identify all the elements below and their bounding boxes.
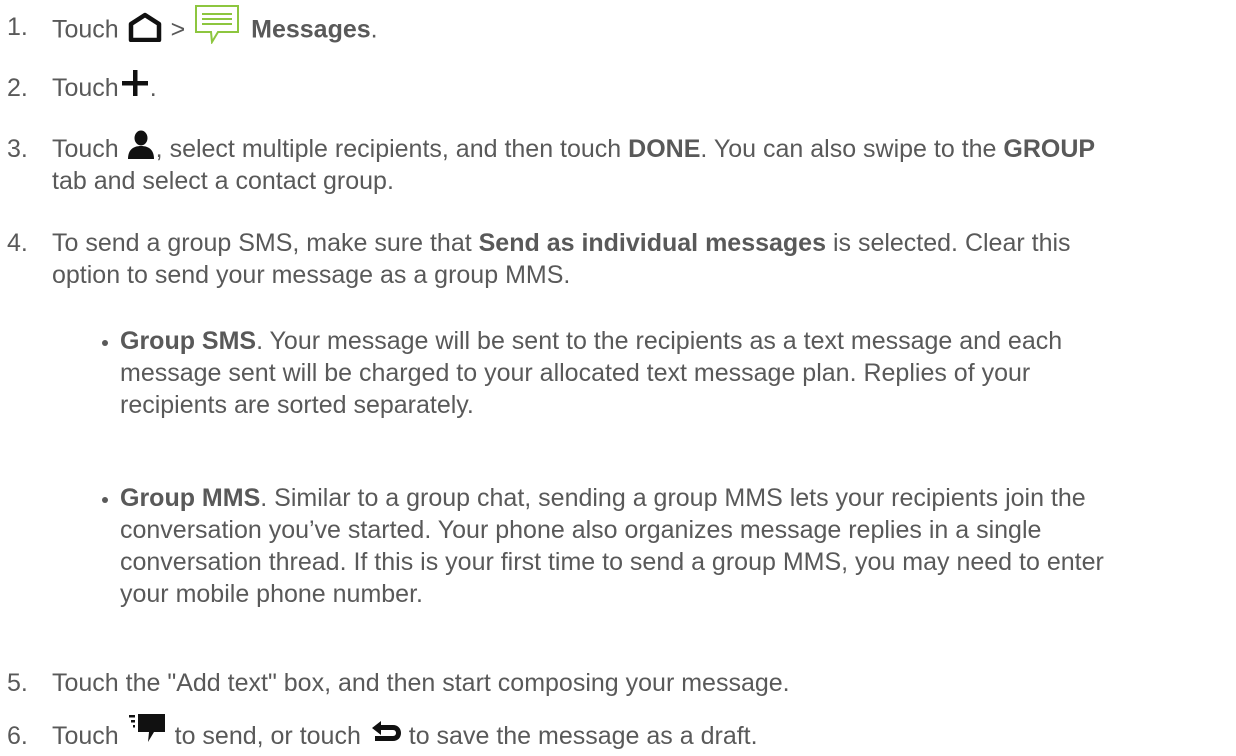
- step-3: 3. Touch , select multiple recipients, a…: [0, 130, 1226, 205]
- step-2: 2. Touch .: [0, 70, 1226, 112]
- step-5: 5. Touch the "Add text" box, and then st…: [0, 667, 1226, 703]
- bullet-text: Group MMS. Similar to a group chat, send…: [120, 482, 1216, 610]
- step-number: 5.: [7, 669, 28, 697]
- step-text-touch: Touch: [52, 15, 119, 44]
- step-number: 2.: [7, 74, 28, 102]
- step-6: 6. Touch to send, or touch to save the m…: [0, 714, 1226, 756]
- bullet-group-sms: Group SMS. Your message will be sent to …: [88, 325, 1216, 425]
- messages-app-label: Messages: [251, 15, 371, 44]
- bullet-line: recipients are sorted separately.: [120, 391, 474, 419]
- step-text-touch: Touch: [52, 135, 119, 163]
- step-4: 4. To send a group SMS, make sure that S…: [0, 227, 1226, 299]
- step-number: 4.: [7, 229, 28, 257]
- bullet-line: . Similar to a group chat, sending a gro…: [260, 484, 1086, 512]
- bullet-term: Group MMS: [120, 484, 261, 512]
- step-number: 1.: [7, 13, 28, 41]
- step-text-second-line: option to send your message as a group M…: [52, 261, 571, 289]
- step-text-end: to save the message as a draft.: [408, 722, 758, 750]
- person-icon: [126, 130, 156, 160]
- bullet-line: message sent will be charged to your all…: [120, 359, 1031, 387]
- step-text: Touch the "Add text" box, and then start…: [52, 669, 790, 697]
- step-text-period: .: [370, 15, 378, 44]
- step-text: Touch , select multiple recipients, and …: [52, 130, 1218, 197]
- send-individual-option-label: Send as individual messages: [478, 229, 826, 257]
- group-tab-label: GROUP: [1003, 135, 1096, 163]
- step-text: Touch to send, or touch to save the mess…: [52, 714, 1218, 752]
- step-text-touch: Touch: [52, 74, 119, 102]
- step-text: Touch .: [52, 70, 1218, 104]
- step-text: To send a group SMS, make sure that Send…: [52, 227, 1218, 291]
- bullet-dot: [102, 340, 108, 346]
- bullet-group-mms: Group MMS. Similar to a group chat, send…: [88, 482, 1216, 612]
- step-text-swipe: . You can also swipe to the: [700, 135, 1004, 163]
- bullet-line: your mobile phone number.: [120, 580, 423, 608]
- step-text-period: .: [149, 74, 157, 102]
- done-button-label: DONE: [628, 135, 701, 163]
- home-icon: [128, 12, 162, 42]
- step-1: 1. Touch > Messages.: [0, 5, 1226, 51]
- step-text: Touch > Messages.: [52, 5, 1218, 51]
- bullet-term: Group SMS: [120, 327, 257, 355]
- step-number: 3.: [7, 135, 28, 163]
- step-number: 6.: [7, 722, 28, 750]
- bullet-line: conversation you’ve started. Your phone …: [120, 516, 1042, 544]
- send-message-icon: [128, 713, 166, 743]
- plus-icon: [120, 68, 150, 98]
- bullet-line: . Your message will be sent to the recip…: [256, 327, 1063, 355]
- bullet-text: Group SMS. Your message will be sent to …: [120, 325, 1216, 421]
- messages-app-icon: [194, 4, 240, 44]
- step-text-touch: Touch: [52, 722, 119, 750]
- step-text-start: To send a group SMS, make sure that: [52, 229, 479, 257]
- step-text-end: is selected. Clear this: [826, 229, 1071, 257]
- step-text-middle: , select multiple recipients, and then t…: [155, 135, 629, 163]
- back-icon: [368, 720, 402, 746]
- step-text-middle: to send, or touch: [174, 722, 361, 750]
- bullet-dot: [102, 497, 108, 503]
- step-text-separator: >: [170, 15, 186, 44]
- bullet-line: conversation thread. If this is your fir…: [120, 548, 1104, 576]
- step-text-second-line: tab and select a contact group.: [52, 167, 394, 196]
